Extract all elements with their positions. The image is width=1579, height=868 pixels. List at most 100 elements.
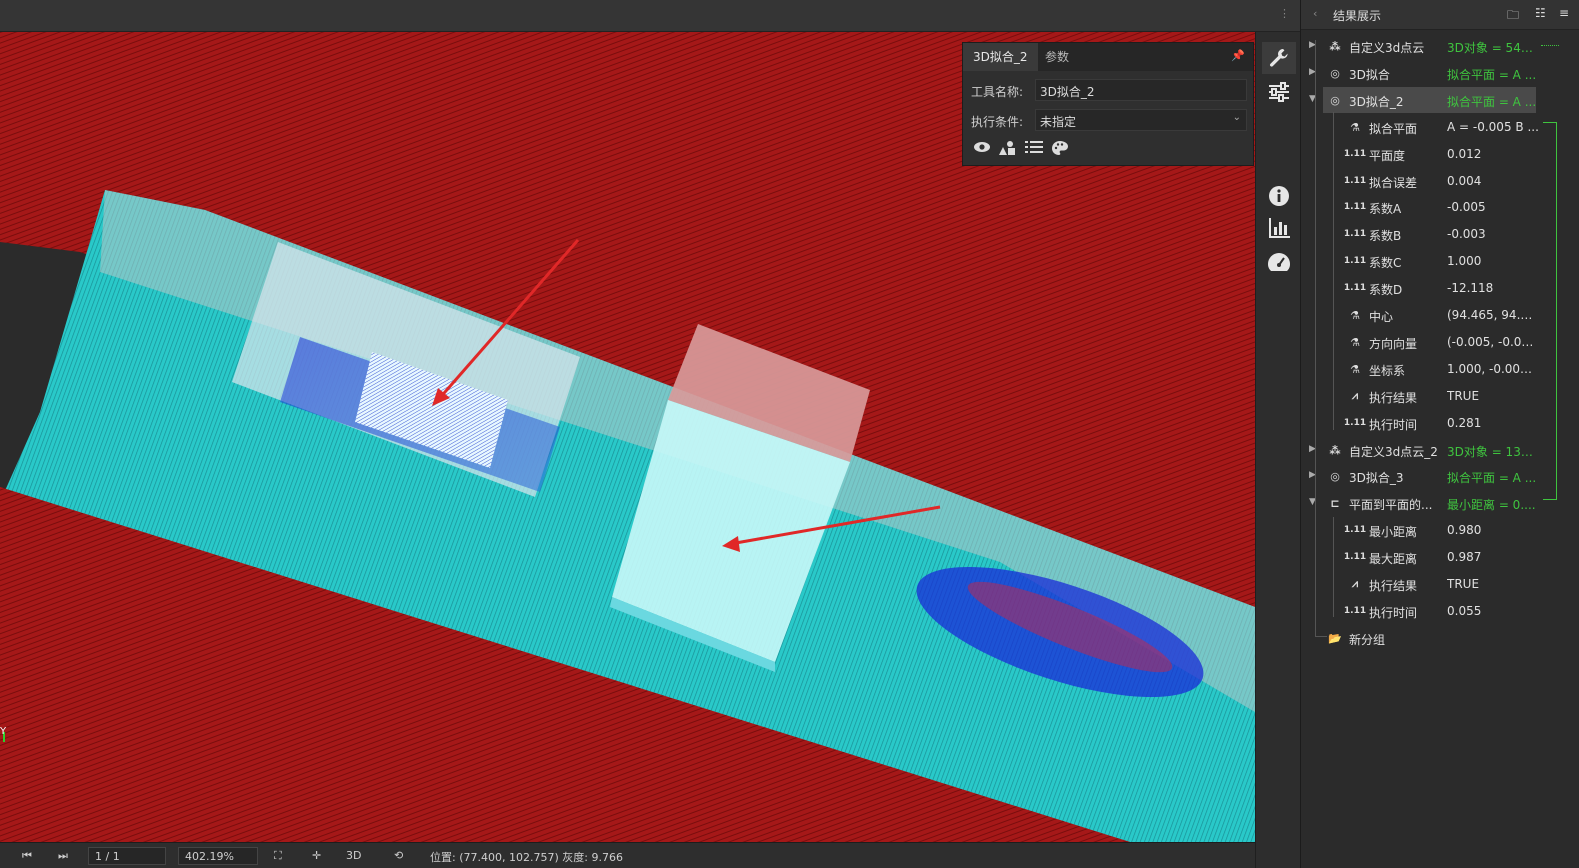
tree-guide-line [1315,40,1316,636]
boolean-icon: ⩘ [1351,389,1359,402]
info-icon[interactable] [1262,180,1296,212]
tree-row[interactable]: ⚗ 方向向量 (-0.005, -0.00... [1301,329,1579,355]
flask-icon: ⚗ [1350,362,1360,376]
numeric-icon: 1.11 [1343,525,1367,535]
tree-row[interactable]: ▼ ⊏ 平面到平面的... 最小距离 = 0.... [1301,490,1579,516]
properties-icon-bar [973,140,1069,156]
list-icon[interactable] [1025,140,1043,154]
tree-row-value: 0.004 [1447,174,1482,188]
tree-row-value: 1.000, -0.000,... [1447,362,1539,376]
tab-tool-name[interactable]: 3D拟合_2 [963,43,1038,71]
connector-line [1543,122,1557,500]
crosshair-icon[interactable]: ✛ [312,849,321,862]
fit-icon: ◎ [1330,469,1340,483]
tree-row[interactable]: 1.11 拟合误差 0.004 [1301,168,1579,194]
tree-row-value: 1.000 [1447,254,1482,268]
tree-row-label: 系数B [1369,229,1402,243]
tree-row-value: 0.987 [1447,550,1482,564]
numeric-icon: 1.11 [1343,606,1367,616]
tree-row[interactable]: 1.11 最小距离 0.980 [1301,517,1579,543]
next-frame-icon[interactable]: ⏭ [58,849,68,863]
tree-row[interactable]: ⩘ 执行结果 TRUE [1301,383,1579,409]
fit-view-icon[interactable]: ⛶ [274,849,282,863]
tree-row-value: (-0.005, -0.00... [1447,335,1539,349]
boolean-icon: ⩘ [1351,577,1359,590]
numeric-icon: 1.11 [1343,229,1367,239]
tree-row[interactable]: ▶ ◎ 3D拟合 拟合平面 = A ... [1301,60,1579,86]
tree-row-label: 执行结果 [1369,391,1418,405]
tree-row-label: 3D拟合 [1349,68,1390,82]
tree-row[interactable]: ⚗ 中心 (94.465, 94.7... [1301,302,1579,328]
menu-icon[interactable]: ≡ [1559,6,1569,20]
tab-params[interactable]: 参数 [1035,43,1079,71]
tree-row-label: 最小距离 [1369,525,1418,539]
rotate-icon[interactable]: ⟲ [394,849,403,862]
tree-row-value: 0.012 [1447,147,1482,161]
numeric-icon: 1.11 [1343,149,1367,159]
tree-row[interactable]: 📂 新分组 [1301,625,1579,651]
tree-row[interactable]: ⚗ 坐标系 1.000, -0.000,... [1301,356,1579,382]
palette-icon[interactable] [1051,140,1069,156]
zoom-input[interactable]: 402.19% [178,847,258,865]
numeric-icon: 1.11 [1343,418,1367,428]
tree-row-label: 3D拟合_3 [1349,471,1404,485]
status-bar: ⏮ ⏭ 1 / 1 402.19% ⛶ ✛ 3D ⟲ 位置: (77.400, … [0,842,1300,868]
tree-row[interactable]: 1.11 系数C 1.000 [1301,248,1579,274]
tree-row-value: TRUE [1447,389,1480,403]
tree-row[interactable]: 1.11 执行时间 0.281 [1301,410,1579,436]
flask-icon: ⚗ [1350,335,1360,349]
tree-row[interactable]: ⩘ 执行结果 TRUE [1301,571,1579,597]
tree-row-value: -0.005 [1447,200,1486,214]
prev-frame-icon[interactable]: ⏮ [22,849,32,863]
eye-icon[interactable] [973,140,991,154]
bar-chart-icon[interactable] [1262,212,1296,244]
sliders-icon[interactable] [1262,76,1296,108]
tree-row-label: 中心 [1369,310,1394,324]
tree-row[interactable]: 1.11 系数B -0.003 [1301,221,1579,247]
tree-view-icon[interactable]: ☷ [1535,6,1546,20]
point-cloud-icon: ⁂ [1329,443,1341,457]
pin-icon[interactable]: 📌 [1231,49,1245,62]
page-input[interactable]: 1 / 1 [88,847,166,865]
tree-row[interactable]: ⚗ 拟合平面 A = -0.005 B ... [1301,114,1579,140]
collapse-icon[interactable]: ‹ [1313,7,1317,20]
fit-icon: ◎ [1330,66,1340,80]
3d-mode-toggle[interactable]: 3D [346,849,361,862]
tree-row[interactable]: 1.11 执行时间 0.055 [1301,598,1579,624]
tree-guide-line [1333,112,1334,430]
gauge-icon[interactable] [1262,246,1296,278]
tool-name-field[interactable]: 3D拟合_2 [1035,79,1247,101]
tree-row-label: 平面到平面的... [1349,498,1433,512]
exec-cond-label: 执行条件: [971,115,1024,129]
position-readout: 位置: (77.400, 102.757) 灰度: 9.766 [430,851,623,864]
folder-icon: 📂 [1328,631,1342,645]
add-folder-icon[interactable]: 🗀 [1507,6,1519,27]
tree-row[interactable]: ▶ ⁂ 自定义3d点云_2 3D对象 = 132... [1301,437,1579,463]
results-title: 结果展示 [1333,9,1382,23]
exec-cond-select[interactable]: 未指定 ⌄ [1035,109,1247,131]
results-header: ‹ 结果展示 🗀 ☷ ≡ [1301,0,1579,30]
tree-row-label: 拟合误差 [1369,176,1418,190]
distance-icon: ⊏ [1330,496,1340,510]
tree-row-value: -12.118 [1447,281,1494,295]
tree-row[interactable]: ▼ ◎ 3D拟合_2 拟合平面 = A ... [1301,87,1579,113]
top-toolbar: ⋮ [0,0,1300,32]
tree-row-label: 系数C [1369,256,1402,270]
tree-row[interactable]: ▶ ◎ 3D拟合_3 拟合平面 = A ... [1301,463,1579,489]
tree-row[interactable]: 1.11 系数A -0.005 [1301,194,1579,220]
tree-guide-line [1315,636,1327,637]
panel-options-icon[interactable]: ⋮ [1279,7,1290,20]
tree-row-label: 3D拟合_2 [1349,95,1404,109]
exec-cond-value: 未指定 [1040,115,1077,129]
tree-row-value: 拟合平面 = A ... [1447,471,1537,485]
chevron-down-icon: ⌄ [1232,112,1241,123]
tree-row[interactable]: 1.11 最大距离 0.987 [1301,544,1579,570]
tree-guide-line [1333,517,1334,617]
tree-row-value: -0.003 [1447,227,1486,241]
shapes-icon[interactable] [999,140,1017,156]
wrench-icon[interactable] [1262,42,1296,74]
tree-row[interactable]: ▶ ⁂ 自定义3d点云 3D对象 = 541... [1301,33,1579,59]
tree-row[interactable]: 1.11 系数D -12.118 [1301,275,1579,301]
tree-row[interactable]: 1.11 平面度 0.012 [1301,141,1579,167]
flask-icon: ⚗ [1350,120,1360,134]
